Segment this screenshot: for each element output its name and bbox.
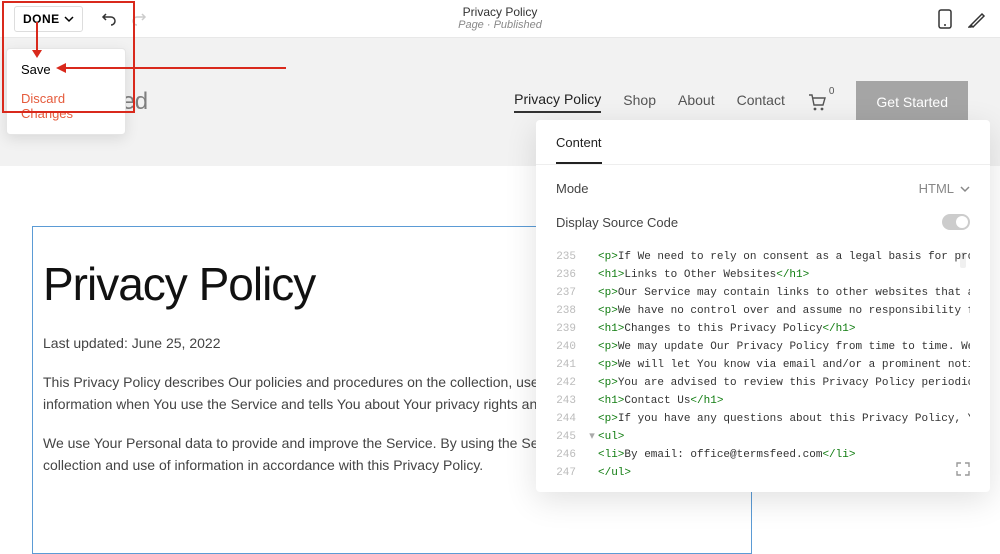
chevron-down-icon [960,184,970,194]
brush-icon [968,10,986,28]
save-option[interactable]: Save [7,55,125,84]
redo-icon [131,11,147,27]
expand-icon[interactable] [956,462,970,476]
topbar-page-info: Privacy Policy Page · Published [458,5,542,33]
code-line: 236<h1>Links to Other Websites</h1> [556,266,970,284]
mode-value: HTML [919,181,954,196]
device-preview-button[interactable] [938,9,952,29]
nav-link-about[interactable]: About [678,92,715,112]
fold-toggle[interactable]: ▾ [586,428,598,446]
code-scroll-track[interactable] [956,248,970,482]
editor-topbar: DONE Privacy Policy Page · Published [0,0,1000,38]
code-editor[interactable]: 235<p>If We need to rely on consent as a… [556,248,970,482]
mode-label: Mode [556,181,589,196]
undo-button[interactable] [101,11,117,27]
mobile-icon [938,9,952,29]
code-line: 241<p>We will let You know via email and… [556,356,970,374]
get-started-button[interactable]: Get Started [856,81,968,123]
nav-link-shop[interactable]: Shop [623,92,656,112]
code-line: 245▾<ul> [556,428,970,446]
code-line: 244<p>If you have any questions about th… [556,410,970,428]
cart-count: 0 [829,86,835,97]
code-line: 243<h1>Contact Us</h1> [556,392,970,410]
cart-icon [807,92,827,112]
code-line: 237<p>Our Service may contain links to o… [556,284,970,302]
code-line: 242<p>You are advised to review this Pri… [556,374,970,392]
topbar-right [938,9,986,29]
mode-row: Mode HTML [556,181,970,196]
display-source-row: Display Source Code [556,214,970,230]
scroll-up-marker [960,252,966,268]
code-line: 246<li>By email: office@termsfeed.com</l… [556,446,970,464]
done-label: DONE [23,12,60,26]
display-source-label: Display Source Code [556,215,678,230]
history-controls [101,11,147,27]
done-dropdown: Save Discard Changes [6,48,126,135]
redo-button[interactable] [131,11,147,27]
nav-link-privacy[interactable]: Privacy Policy [514,91,601,113]
tab-content[interactable]: Content [556,135,602,164]
code-line: 247</ul> [556,464,970,482]
code-line: 235<p>If We need to rely on consent as a… [556,248,970,266]
nav-link-contact[interactable]: Contact [737,92,785,112]
panel-body: Mode HTML Display Source Code 235<p>If W… [536,165,990,492]
cart-button[interactable]: 0 [807,92,835,112]
code-line: 239<h1>Changes to this Privacy Policy</h… [556,320,970,338]
mode-select[interactable]: HTML [919,181,970,196]
topbar-page-meta: Page · Published [458,19,542,32]
done-button[interactable]: DONE [14,6,83,32]
style-button[interactable] [968,10,986,28]
site-nav: Privacy Policy Shop About Contact 0 Get … [514,81,968,123]
panel-tabs: Content [536,120,990,165]
undo-icon [101,11,117,27]
code-line: 238<p>We have no control over and assume… [556,302,970,320]
chevron-down-icon [64,14,74,24]
code-line: 240<p>We may update Our Privacy Policy f… [556,338,970,356]
block-editor-panel: Content Mode HTML Display Source Code 23… [536,120,990,492]
display-source-toggle[interactable] [942,214,970,230]
discard-changes-option[interactable]: Discard Changes [7,84,125,128]
topbar-page-title: Privacy Policy [458,5,542,19]
